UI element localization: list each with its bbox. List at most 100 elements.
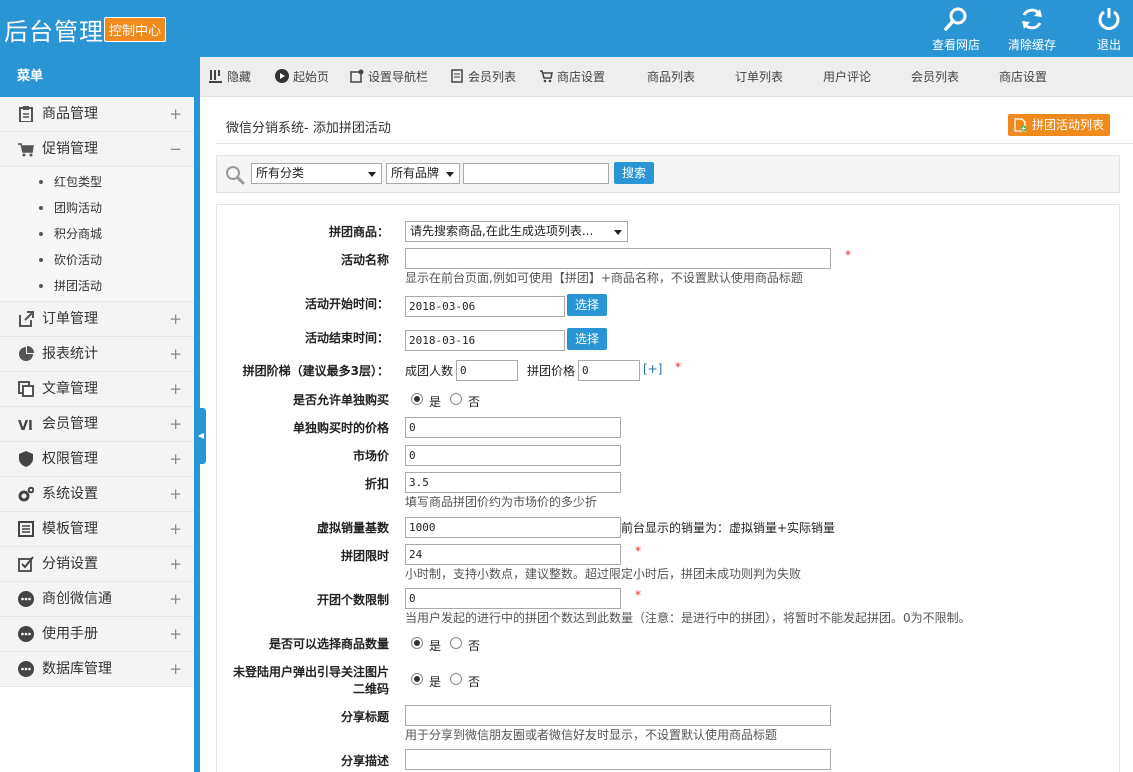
keyword-input[interactable] [463, 163, 609, 184]
logout-button[interactable]: 退出 [1090, 0, 1128, 57]
brand-select[interactable]: 所有品牌 [386, 163, 460, 184]
tab-start-page[interactable]: 起始页 [275, 57, 329, 97]
expand-toggle[interactable]: + [169, 652, 182, 687]
choose-qty-no-radio[interactable] [450, 637, 462, 649]
collapse-toggle[interactable]: − [169, 132, 182, 167]
tab-shop-settings-2[interactable]: 商店设置 [999, 57, 1047, 97]
tab-hide[interactable]: 隐藏 [209, 57, 251, 97]
sidebar-item-promotion[interactable]: 促销管理 − [0, 132, 194, 167]
start-time-choose-button[interactable]: 选择 [567, 294, 607, 316]
sidebar-item-wechat[interactable]: 商创微信通 + [0, 582, 194, 617]
tab-shop-settings-label: 商店设置 [557, 70, 606, 84]
sidebar-item-database[interactable]: 数据库管理 + [0, 652, 194, 687]
choose-qty-label: 是否可以选择商品数量 [268, 637, 389, 651]
expand-toggle[interactable]: + [169, 337, 182, 372]
pie-chart-icon [19, 346, 34, 361]
qr-popup-no-radio[interactable] [450, 673, 462, 685]
sidebar-item-templates[interactable]: 模板管理 + [0, 512, 194, 547]
play-icon [275, 69, 289, 83]
search-icon [226, 166, 245, 185]
choose-qty-yes-radio[interactable] [411, 637, 423, 649]
submenu-item-red-packet[interactable]: 红包类型 [0, 169, 194, 195]
virtual-sales-input[interactable]: 1000 [405, 517, 621, 538]
discount-input[interactable]: 3.5 [405, 472, 621, 493]
add-tier-link[interactable]: [+] [643, 362, 662, 376]
submenu-item-bargain[interactable]: 砍价活动 [0, 247, 194, 273]
tab-user-comments[interactable]: 用户评论 [823, 57, 871, 97]
sidebar-item-goods[interactable]: 商品管理 + [0, 97, 194, 132]
checkbox-icon [18, 556, 34, 572]
tab-set-nav-label: 设置导航栏 [368, 70, 429, 84]
virtual-sales-label: 虚拟销量基数 [316, 521, 389, 535]
tab-goods-list[interactable]: 商品列表 [647, 57, 695, 97]
yes-label: 是 [429, 675, 442, 689]
sidebar-item-system[interactable]: 系统设置 + [0, 477, 194, 512]
single-price-label: 单独购买时的价格 [292, 421, 389, 435]
expand-toggle[interactable]: + [169, 442, 182, 477]
goods-select[interactable]: 请先搜索商品,在此生成选项列表... [405, 221, 628, 242]
expand-toggle[interactable]: + [169, 407, 182, 442]
sidebar-item-articles[interactable]: 文章管理 + [0, 372, 194, 407]
bullet-icon [39, 284, 43, 288]
team-activity-list-button[interactable]: 拼团活动列表 [1008, 114, 1111, 136]
brand-select-value: 所有品牌 [391, 166, 440, 180]
sidebar-item-manual[interactable]: 使用手册 + [0, 617, 194, 652]
required-mark: * [845, 248, 851, 262]
expand-toggle[interactable]: + [169, 512, 182, 547]
activity-name-input[interactable] [405, 248, 831, 269]
expand-toggle[interactable]: + [169, 97, 182, 132]
share-desc-input[interactable] [405, 749, 831, 770]
sidebar-item-label: 促销管理 [42, 141, 98, 157]
tab-shop-settings[interactable]: 商店设置 [539, 57, 605, 97]
tab-member-list[interactable]: 会员列表 [450, 57, 516, 97]
sidebar-collapse-handle[interactable]: ◀ [196, 408, 206, 464]
brand-badge: 控制中心 [104, 17, 167, 42]
view-shop-label: 查看网店 [931, 38, 980, 52]
single-price-input[interactable]: 0 [405, 417, 621, 438]
tab-start-page-label: 起始页 [293, 70, 330, 84]
submenu-item-group-buy[interactable]: 团购活动 [0, 195, 194, 221]
sidebar-item-label: 权限管理 [42, 451, 98, 467]
main-content: 微信分销系统- 添加拼团活动 拼团活动列表 所有分类 所有品牌 搜索 拼团商品：… [206, 97, 1133, 772]
submenu-item-team-buy[interactable]: 拼团活动 [0, 273, 194, 299]
sidebar-item-distribution[interactable]: 分销设置 + [0, 547, 194, 582]
search-button[interactable]: 搜索 [614, 162, 654, 184]
submenu-label: 团购活动 [54, 201, 103, 215]
sidebar-item-reports[interactable]: 报表统计 + [0, 337, 194, 372]
expand-toggle[interactable]: + [169, 372, 182, 407]
view-shop-button[interactable]: 查看网店 [928, 0, 984, 57]
qr-popup-yes-radio[interactable] [411, 673, 423, 685]
start-time-input[interactable]: 2018-03-06 [405, 296, 565, 317]
expand-toggle[interactable]: + [169, 617, 182, 652]
expand-toggle[interactable]: + [169, 582, 182, 617]
share-title-input[interactable] [405, 705, 831, 726]
submenu-item-points-mall[interactable]: 积分商城 [0, 221, 194, 247]
tab-order-list[interactable]: 订单列表 [735, 57, 783, 97]
more-icon [18, 626, 34, 642]
group-limit-input[interactable]: 0 [405, 588, 621, 609]
time-limit-input[interactable]: 24 [405, 544, 621, 565]
tier-count-input[interactable]: 0 [456, 360, 518, 381]
expand-toggle[interactable]: + [169, 547, 182, 582]
virtual-sales-hint: 前台显示的销量为：虚拟销量+实际销量 [621, 521, 836, 535]
expand-toggle[interactable]: + [169, 477, 182, 512]
sidebar-item-orders[interactable]: 订单管理 + [0, 302, 194, 337]
tab-set-nav[interactable]: 设置导航栏 [350, 57, 428, 97]
bullet-icon [39, 258, 43, 262]
single-buy-yes-radio[interactable] [411, 393, 423, 405]
sidebar-item-label: 系统设置 [42, 486, 98, 502]
sidebar-item-label: 模板管理 [42, 521, 98, 537]
category-select[interactable]: 所有分类 [251, 163, 382, 184]
clear-cache-label: 清除缓存 [1007, 38, 1056, 52]
end-time-input[interactable]: 2018-03-16 [405, 330, 565, 351]
tab-member-list-2[interactable]: 会员列表 [911, 57, 959, 97]
single-buy-no-radio[interactable] [450, 393, 462, 405]
clear-cache-button[interactable]: 清除缓存 [1004, 0, 1060, 57]
sidebar-item-members[interactable]: VIP 会员管理 + [0, 407, 194, 442]
sidebar-item-permissions[interactable]: 权限管理 + [0, 442, 194, 477]
end-time-choose-button[interactable]: 选择 [567, 328, 607, 350]
sidebar-item-label: 商品管理 [42, 106, 98, 122]
tier-price-input[interactable]: 0 [578, 360, 640, 381]
market-price-input[interactable]: 0 [405, 445, 621, 466]
expand-toggle[interactable]: + [169, 302, 182, 337]
